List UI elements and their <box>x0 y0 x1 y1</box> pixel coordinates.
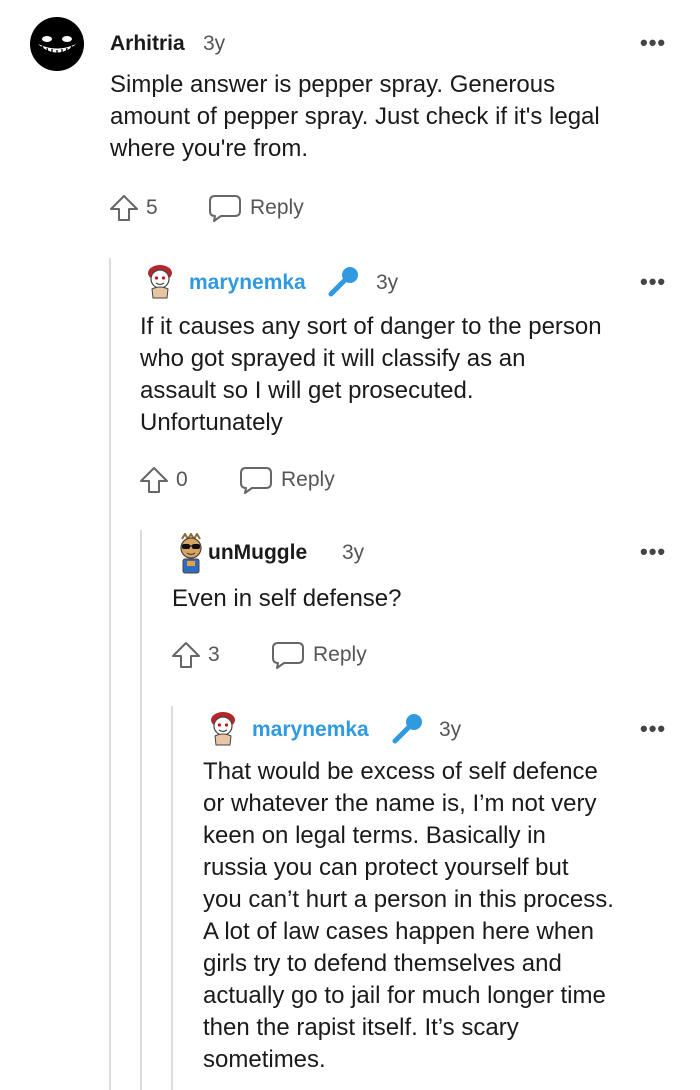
speech-bubble-icon <box>272 642 304 669</box>
username-op[interactable]: marynemka <box>252 718 369 742</box>
comment-age: 3y <box>439 718 462 741</box>
upvote-arrow-icon <box>172 642 200 668</box>
vote-count: 0 <box>176 468 188 491</box>
username[interactable]: unMuggle <box>208 541 307 565</box>
snoo-sunglasses-avatar-icon <box>180 532 202 574</box>
upvote-arrow-icon <box>110 195 138 221</box>
upvote-button[interactable]: 5 <box>108 193 158 223</box>
op-badge <box>392 712 424 744</box>
snoo-avatar-icon <box>211 712 235 746</box>
comment-line: Unfortunately <box>140 409 283 436</box>
thread-line[interactable] <box>140 530 142 1090</box>
comment-age: 3y <box>203 32 226 55</box>
more-options-icon[interactable]: ••• <box>640 271 666 293</box>
upvote-button[interactable]: 0 <box>138 465 188 495</box>
speech-bubble-icon <box>209 195 241 222</box>
thread-line[interactable] <box>109 258 111 1090</box>
microphone-icon <box>392 714 422 744</box>
more-options-icon[interactable]: ••• <box>640 32 666 54</box>
more-options-icon[interactable]: ••• <box>640 718 666 740</box>
reply-button[interactable]: Reply <box>239 465 335 495</box>
microphone-icon <box>328 267 358 297</box>
comment-line: Even in self defense? <box>172 585 402 612</box>
avatar[interactable] <box>142 263 178 299</box>
reply-button[interactable]: Reply <box>208 193 304 223</box>
comment-line: That would be excess of self defence <box>203 758 598 785</box>
avatar[interactable] <box>205 710 241 746</box>
username[interactable]: Arhitria <box>110 32 185 56</box>
username-op[interactable]: marynemka <box>189 271 306 295</box>
avatar[interactable] <box>30 17 84 71</box>
upvote-button[interactable]: 3 <box>170 640 220 670</box>
comment: unMuggle 3y ••• Even in self defense? 3 … <box>160 525 700 695</box>
comment-line: amount of pepper spray. Just check if it… <box>110 103 600 130</box>
comment-line: assault so I will get prosecuted. <box>140 377 474 404</box>
reply-button[interactable]: Reply <box>271 640 367 670</box>
speech-bubble-icon <box>240 467 272 494</box>
comment: marynemka 3y ••• That would be excess of… <box>190 700 700 1090</box>
comment-line: then the rapist itself. It’s scary <box>203 1014 519 1041</box>
vote-count: 3 <box>208 643 220 666</box>
grinning-shadow-avatar-icon <box>30 17 84 71</box>
comment: Arhitria 3y ••• Simple answer is pepper … <box>0 0 700 250</box>
more-options-icon[interactable]: ••• <box>640 541 666 563</box>
thread-line[interactable] <box>171 706 173 1090</box>
comment-line: If it causes any sort of danger to the p… <box>140 313 602 340</box>
comment-line: Simple answer is pepper spray. Generous <box>110 71 556 98</box>
avatar[interactable] <box>173 532 209 574</box>
comment-age: 3y <box>342 541 365 564</box>
snoo-avatar-icon <box>148 265 172 299</box>
comment: marynemka 3y ••• If it causes any sort o… <box>130 255 700 515</box>
reply-label: Reply <box>313 643 367 666</box>
comment-line: who got sprayed it will classify as an <box>140 345 526 372</box>
comment-body: Even in self defense? <box>172 583 692 615</box>
comment-line: A lot of law cases happen here when <box>203 918 594 945</box>
comment-line: you can’t hurt a person in this process. <box>203 886 614 913</box>
comment-line: keen on legal terms. Basically in <box>203 822 546 849</box>
comment-body: Simple answer is pepper spray. Generous … <box>110 69 690 165</box>
reply-label: Reply <box>250 196 304 219</box>
comment-line: girls try to defend themselves and <box>203 950 562 977</box>
comment-body: That would be excess of self defence or … <box>203 756 698 1076</box>
comment-body: If it causes any sort of danger to the p… <box>140 311 695 439</box>
upvote-arrow-icon <box>140 467 168 493</box>
vote-count: 5 <box>146 196 158 219</box>
comment-line: actually go to jail for much longer time <box>203 982 606 1009</box>
op-badge <box>328 265 360 297</box>
comment-line: sometimes. <box>203 1046 326 1073</box>
comment-line: russia you can protect yourself but <box>203 854 569 881</box>
comment-age: 3y <box>376 271 399 294</box>
comment-line: or whatever the name is, I’m not very <box>203 790 597 817</box>
reply-label: Reply <box>281 468 335 491</box>
comment-line: where you're from. <box>110 135 308 162</box>
